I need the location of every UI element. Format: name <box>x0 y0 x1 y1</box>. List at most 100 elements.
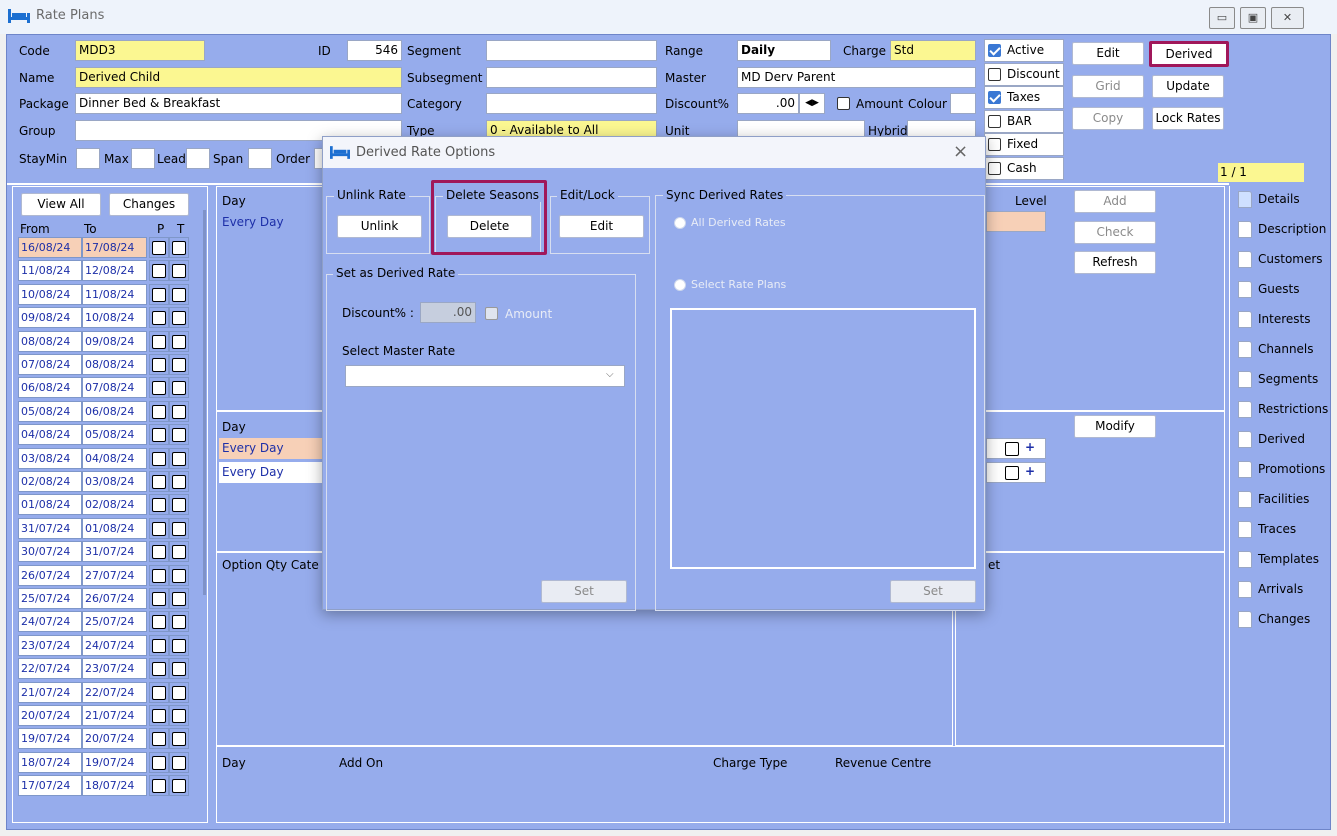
tab-promotions[interactable]: Promotions <box>1232 456 1327 485</box>
date-to-cell[interactable]: 11/08/24 <box>82 283 147 305</box>
grid2-row-1-options[interactable]: + <box>986 438 1046 459</box>
date-to-cell[interactable]: 06/08/24 <box>82 400 147 422</box>
date-from-cell[interactable]: 18/07/24 <box>18 751 82 773</box>
date-from-cell[interactable]: 04/08/24 <box>18 424 82 446</box>
grid-button[interactable]: Grid <box>1072 75 1144 98</box>
tab-restrictions[interactable]: Restrictions <box>1232 396 1328 425</box>
date-from-cell[interactable]: 08/08/24 <box>18 330 82 352</box>
staymin-field[interactable] <box>76 148 100 169</box>
flag-checkbox[interactable] <box>988 138 1001 151</box>
date-t-checkbox[interactable] <box>172 709 186 723</box>
date-to-cell[interactable]: 23/07/24 <box>82 658 147 680</box>
date-to-cell[interactable]: 22/07/24 <box>82 681 147 703</box>
plus-icon[interactable]: + <box>1025 464 1035 478</box>
flag-checkbox[interactable] <box>988 44 1001 57</box>
date-p-checkbox[interactable] <box>152 709 166 723</box>
date-t-checkbox[interactable] <box>172 334 186 349</box>
date-to-cell[interactable]: 20/07/24 <box>82 728 147 750</box>
date-t-checkbox[interactable] <box>172 779 186 794</box>
tab-interests[interactable]: Interests <box>1232 306 1327 335</box>
date-t-checkbox[interactable] <box>172 662 186 677</box>
date-to-cell[interactable]: 05/08/24 <box>82 424 147 446</box>
date-to-cell[interactable]: 03/08/24 <box>82 471 147 492</box>
flag-active[interactable]: Active <box>984 39 1064 62</box>
date-scrollbar[interactable] <box>203 210 206 595</box>
package-field[interactable]: Dinner Bed & Breakfast <box>75 93 402 114</box>
flag-checkbox[interactable] <box>988 161 1001 175</box>
flag-discount[interactable]: Discount <box>984 62 1064 86</box>
level-cell[interactable] <box>986 211 1046 232</box>
dialog-amount-checkbox[interactable] <box>485 307 498 320</box>
set-derived-button[interactable]: Set <box>541 580 627 603</box>
date-p-checkbox[interactable] <box>152 381 166 396</box>
range-field[interactable]: Daily <box>737 40 831 61</box>
date-from-cell[interactable]: 25/07/24 <box>18 588 82 609</box>
colour-field[interactable] <box>950 93 976 114</box>
date-to-cell[interactable]: 27/07/24 <box>82 564 147 586</box>
date-p-checkbox[interactable] <box>152 545 166 560</box>
date-p-checkbox[interactable] <box>152 428 166 443</box>
date-t-checkbox[interactable] <box>172 732 186 747</box>
date-t-checkbox[interactable] <box>172 404 186 419</box>
date-t-checkbox[interactable] <box>172 287 186 302</box>
date-from-cell[interactable]: 06/08/24 <box>18 377 82 399</box>
discount-spinner-icon[interactable]: ◀▶ <box>799 93 825 114</box>
master-field[interactable]: MD Derv Parent <box>737 67 976 88</box>
date-from-cell[interactable]: 20/07/24 <box>18 705 82 726</box>
date-from-cell[interactable]: 23/07/24 <box>18 634 82 656</box>
date-p-checkbox[interactable] <box>152 662 166 677</box>
dialog-discount-field[interactable]: .00 <box>420 302 476 323</box>
date-from-cell[interactable]: 09/08/24 <box>18 307 82 329</box>
date-p-checkbox[interactable] <box>152 475 166 489</box>
date-to-cell[interactable]: 18/07/24 <box>82 775 147 797</box>
flag-cash[interactable]: Cash <box>984 156 1064 180</box>
tab-traces[interactable]: Traces <box>1232 516 1327 545</box>
grid2-row-2-checkbox[interactable] <box>1005 466 1019 480</box>
date-t-checkbox[interactable] <box>172 498 186 513</box>
date-p-checkbox[interactable] <box>152 592 166 606</box>
date-to-cell[interactable]: 04/08/24 <box>82 447 147 469</box>
date-from-cell[interactable]: 19/07/24 <box>18 728 82 750</box>
date-t-checkbox[interactable] <box>172 615 186 630</box>
date-t-checkbox[interactable] <box>172 755 186 770</box>
master-rate-select[interactable] <box>345 365 625 387</box>
date-from-cell[interactable]: 24/07/24 <box>18 611 82 633</box>
date-t-checkbox[interactable] <box>172 685 186 700</box>
date-t-checkbox[interactable] <box>172 451 186 466</box>
date-p-checkbox[interactable] <box>152 287 166 302</box>
maximize-icon[interactable]: ▣ <box>1240 7 1266 29</box>
date-from-cell[interactable]: 26/07/24 <box>18 564 82 586</box>
date-to-cell[interactable]: 21/07/24 <box>82 705 147 726</box>
flag-taxes[interactable]: Taxes <box>984 86 1064 109</box>
tab-arrivals[interactable]: Arrivals <box>1232 576 1327 605</box>
tab-customers[interactable]: Customers <box>1232 246 1327 275</box>
date-to-cell[interactable]: 26/07/24 <box>82 588 147 609</box>
date-to-cell[interactable]: 31/07/24 <box>82 541 147 563</box>
date-p-checkbox[interactable] <box>152 638 166 653</box>
dialog-edit-button[interactable]: Edit <box>559 215 644 238</box>
name-field[interactable]: Derived Child <box>75 67 402 88</box>
date-p-checkbox[interactable] <box>152 264 166 279</box>
date-p-checkbox[interactable] <box>152 311 166 326</box>
lead-field[interactable] <box>186 148 210 169</box>
chevron-down-icon[interactable]: ⌵ <box>606 369 614 380</box>
all-derived-radio[interactable] <box>674 217 686 229</box>
date-from-cell[interactable]: 02/08/24 <box>18 471 82 492</box>
derived-button[interactable]: Derived <box>1149 41 1229 67</box>
date-t-checkbox[interactable] <box>172 568 186 583</box>
minimize-icon[interactable]: ▭ <box>1209 7 1235 29</box>
date-t-checkbox[interactable] <box>172 358 186 372</box>
flag-fixed[interactable]: Fixed <box>984 133 1064 156</box>
unlink-button[interactable]: Unlink <box>337 215 422 238</box>
flag-checkbox[interactable] <box>988 91 1001 104</box>
date-from-cell[interactable]: 10/08/24 <box>18 283 82 305</box>
refresh-button[interactable]: Refresh <box>1074 251 1156 274</box>
date-p-checkbox[interactable] <box>152 685 166 700</box>
date-p-checkbox[interactable] <box>152 521 166 536</box>
tab-derived[interactable]: Derived <box>1232 426 1327 455</box>
date-p-checkbox[interactable] <box>152 755 166 770</box>
discount-field[interactable]: .00 <box>737 93 799 114</box>
code-field[interactable]: MDD3 <box>75 40 205 61</box>
date-from-cell[interactable]: 03/08/24 <box>18 447 82 469</box>
lock-rates-button[interactable]: Lock Rates <box>1152 107 1224 130</box>
